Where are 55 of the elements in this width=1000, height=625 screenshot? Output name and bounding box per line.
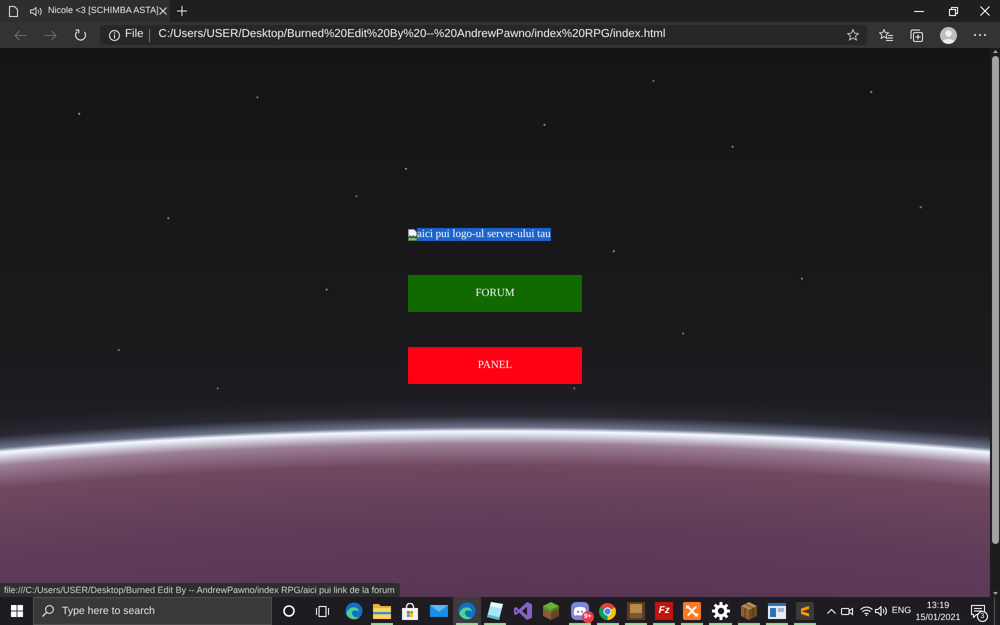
logo-alt-text: aici pui logo-ul server-ului tau	[417, 228, 551, 241]
knot-tile-icon	[683, 602, 702, 620]
language-indicator[interactable]: ENG	[891, 597, 912, 625]
four-panes-icon[interactable]	[10, 605, 22, 617]
swirl-icon	[458, 602, 476, 620]
restore-icon[interactable]	[948, 6, 958, 16]
forum-button[interactable]: FORUM	[408, 275, 582, 312]
refresh-icon[interactable]	[74, 28, 86, 42]
minimize-icon[interactable]	[914, 10, 924, 12]
tricolor-circle-icon	[599, 602, 616, 620]
panel-button[interactable]: PANEL	[408, 347, 582, 384]
chevron-up-icon[interactable]	[826, 608, 836, 614]
plus-icon[interactable]	[177, 6, 187, 16]
url-text: C:/Users/USER/Desktop/Burned%20Edit%20By%20--%20AndrewPawno/index%20RPG/index.html	[158, 27, 666, 42]
info-icon	[109, 30, 120, 40]
shopping-bag-icon	[402, 602, 418, 620]
ribbon-icon	[514, 602, 532, 620]
close-icon[interactable]	[158, 7, 167, 15]
window-icon	[768, 603, 786, 619]
taskbar-app-button[interactable]: Fz	[650, 597, 678, 625]
status-link-url: file:///C:/Users/USER/Desktop/Burned Edit By -- AndrewPawno/index RPG/aici pui link de la forum	[0, 583, 400, 597]
favorites-icon[interactable]	[879, 29, 893, 41]
search-field[interactable]: Type here to search	[33, 597, 272, 625]
video-camera-icon[interactable]	[841, 606, 853, 616]
crate-icon	[740, 602, 757, 620]
document-icon	[9, 6, 18, 16]
broken-image-icon	[408, 228, 417, 240]
wifi-icon[interactable]	[860, 606, 872, 616]
star-icon[interactable]	[847, 29, 859, 41]
search-icon	[42, 605, 54, 617]
collections-icon[interactable]	[910, 28, 923, 42]
triangle-down-icon[interactable]	[992, 592, 998, 595]
envelope-icon	[430, 605, 448, 617]
scrollbar-thumb[interactable]	[992, 56, 998, 544]
avatar-icon[interactable]	[940, 26, 956, 44]
taskbar-app-button[interactable]	[452, 597, 481, 625]
folder-icon	[373, 604, 392, 618]
ring-icon[interactable]	[282, 605, 294, 617]
slanted-tile-icon	[487, 602, 504, 620]
letter-tile: Fz	[655, 602, 674, 620]
clock-date[interactable]: 15/01/2021	[914, 611, 962, 623]
stripes-tile-icon	[796, 602, 814, 620]
site-info-button[interactable]: File	[109, 26, 144, 44]
picture-tile-icon	[626, 602, 645, 620]
stacked-windows-icon[interactable]	[316, 606, 329, 616]
browser-tab[interactable]: Nicole <3 [SCHIMBA ASTA]	[0, 0, 170, 22]
speaker-icon[interactable]	[875, 606, 887, 616]
grass-block-icon	[543, 602, 560, 620]
speech-bubble-icon[interactable]	[971, 604, 985, 618]
triangle-up-icon[interactable]	[992, 50, 998, 53]
address-bar[interactable]: File C:/Users/USER/Desktop/Burned%20Edit%20By%20--%20AndrewPawno/index%20RPG/index.html	[100, 25, 867, 45]
gear-icon	[712, 602, 730, 620]
tab-title: Nicole <3 [SCHIMBA ASTA]	[48, 4, 159, 18]
swirl-icon	[345, 602, 364, 620]
clock-time[interactable]: 13:19	[914, 599, 962, 611]
